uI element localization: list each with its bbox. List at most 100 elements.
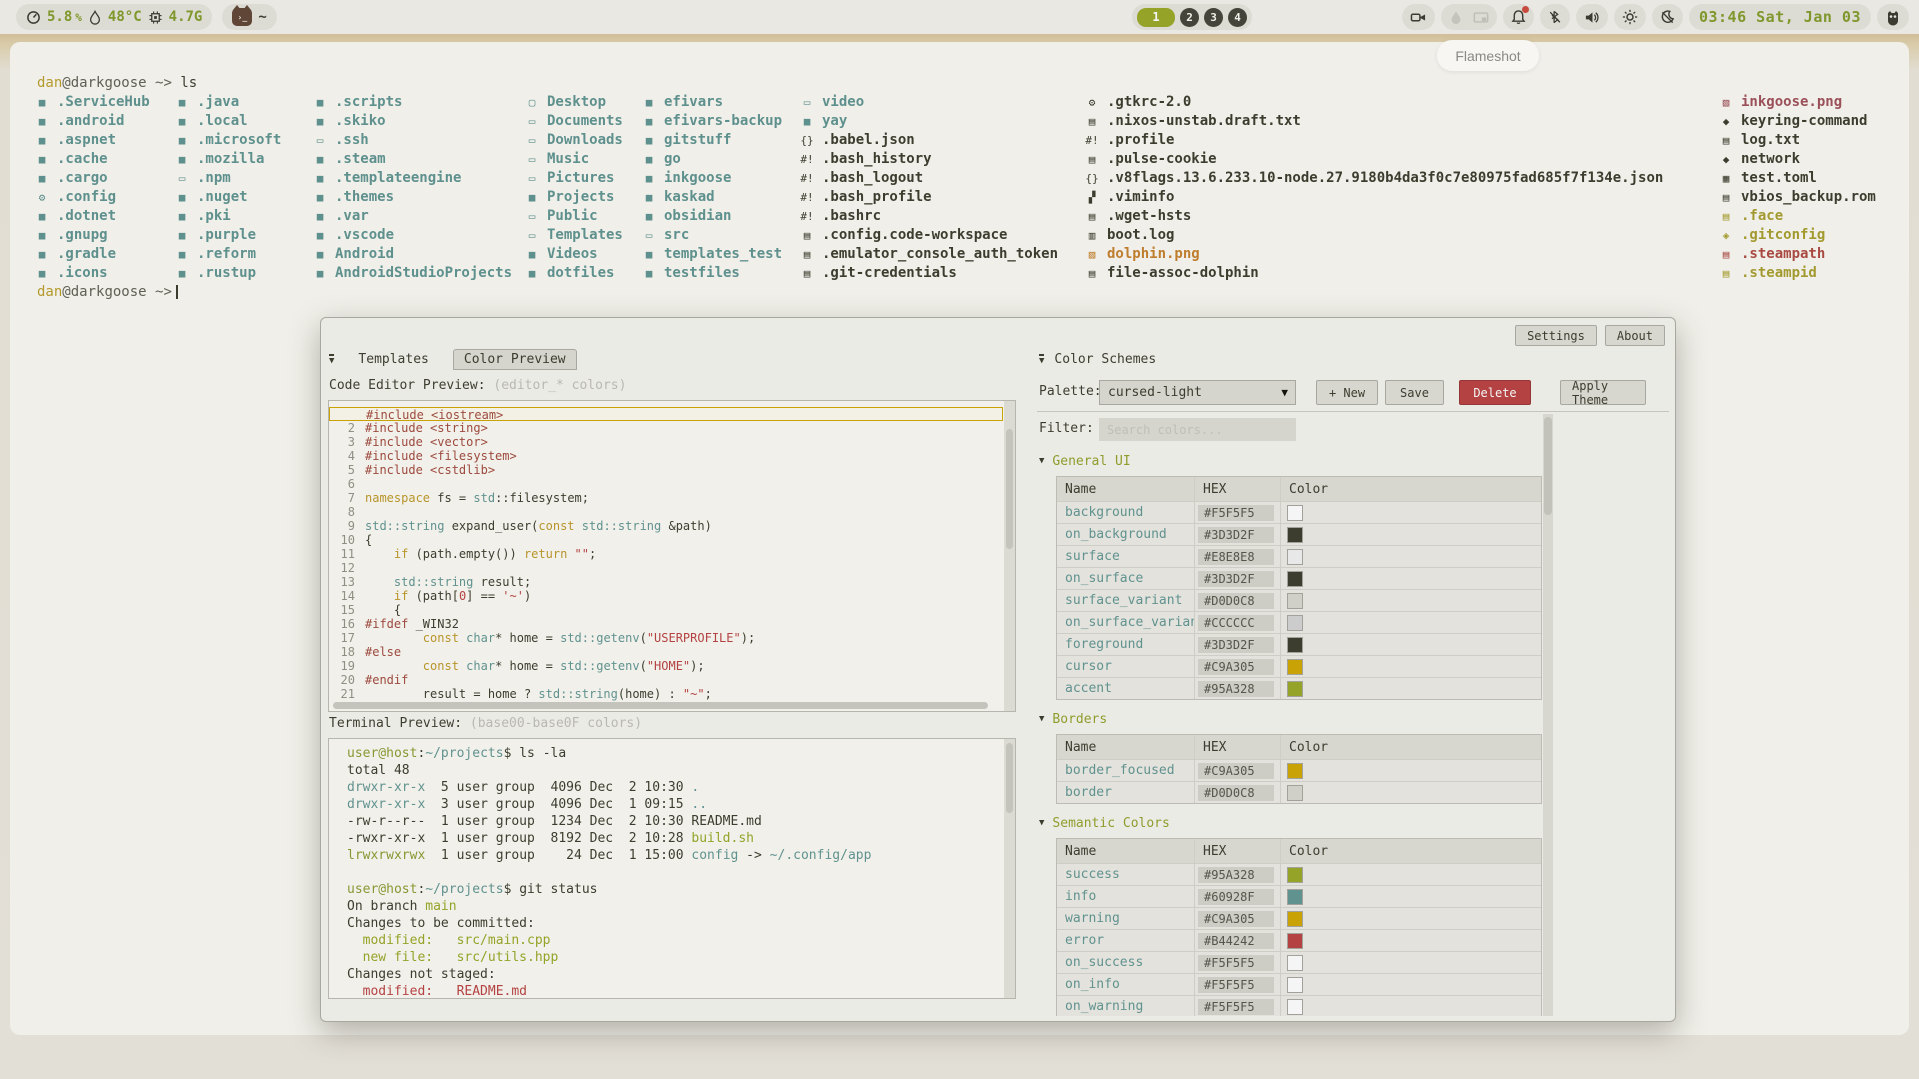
code-editor-preview[interactable]: #include <iostream>2#include <string>3#i… bbox=[328, 400, 1016, 712]
file-item[interactable]: #!.profile bbox=[1084, 131, 1663, 150]
color-swatch[interactable] bbox=[1287, 955, 1303, 971]
file-item[interactable]: ■.pki bbox=[174, 207, 281, 226]
file-item[interactable]: ▤.steampid bbox=[1718, 264, 1876, 283]
hex-value[interactable]: #95A328 bbox=[1198, 867, 1274, 883]
file-item[interactable]: ■.ServiceHub bbox=[34, 93, 150, 112]
color-swatch[interactable] bbox=[1287, 889, 1303, 905]
color-swatch[interactable] bbox=[1287, 681, 1303, 697]
color-swatch[interactable] bbox=[1287, 505, 1303, 521]
hex-value[interactable]: #F5F5F5 bbox=[1198, 977, 1274, 993]
volume-button[interactable] bbox=[1576, 4, 1608, 30]
color-swatch[interactable] bbox=[1287, 867, 1303, 883]
new-palette-button[interactable]: + New bbox=[1316, 380, 1378, 405]
brightness-button[interactable] bbox=[1614, 4, 1646, 30]
file-item[interactable]: ■.reform bbox=[174, 245, 281, 264]
color-row[interactable]: surface_variant#D0D0C8 bbox=[1057, 589, 1541, 611]
color-row[interactable]: on_surface_variant#CCCCCC bbox=[1057, 611, 1541, 633]
file-item[interactable]: ■.android bbox=[34, 112, 150, 131]
color-row[interactable]: error#B44242 bbox=[1057, 929, 1541, 951]
color-swatch[interactable] bbox=[1287, 549, 1303, 565]
color-row[interactable]: success#95A328 bbox=[1057, 863, 1541, 885]
file-item[interactable]: ■.icons bbox=[34, 264, 150, 283]
tab-color-preview[interactable]: Color Preview bbox=[453, 349, 577, 370]
filter-input[interactable] bbox=[1099, 418, 1296, 441]
section-collapse-icon[interactable]: ▼ bbox=[1039, 714, 1044, 724]
collapse-preview-icon[interactable]: ▼ bbox=[329, 354, 334, 365]
file-item[interactable]: {}.v8flags.13.6.233.10-node.27.9180b4da3… bbox=[1084, 169, 1663, 188]
file-item[interactable]: ▤.emulator_console_auth_token bbox=[799, 245, 1058, 264]
file-item[interactable]: ▤file-assoc-dolphin bbox=[1084, 264, 1663, 283]
file-item[interactable]: ▦test.toml bbox=[1718, 169, 1876, 188]
file-item[interactable]: ▭Music bbox=[524, 150, 623, 169]
color-swatch[interactable] bbox=[1287, 637, 1303, 653]
color-swatch[interactable] bbox=[1287, 977, 1303, 993]
workspace-1-active[interactable]: 1 bbox=[1137, 8, 1175, 27]
section-header[interactable]: ▼Borders bbox=[1037, 710, 1557, 728]
file-item[interactable]: ■.cargo bbox=[34, 169, 150, 188]
power-menu-button[interactable] bbox=[1877, 4, 1909, 30]
file-item[interactable]: ▤.nixos-unstab.draft.txt bbox=[1084, 112, 1663, 131]
color-swatch[interactable] bbox=[1287, 615, 1303, 631]
color-row[interactable]: accent#95A328 bbox=[1057, 677, 1541, 699]
file-item[interactable]: ▥boot.log bbox=[1084, 226, 1663, 245]
color-row[interactable]: info#60928F bbox=[1057, 885, 1541, 907]
terminal-preview[interactable]: user@host:~/projects$ ls -latotal 48drwx… bbox=[328, 738, 1016, 999]
hex-value[interactable]: #C9A305 bbox=[1198, 763, 1274, 779]
file-item[interactable]: ▤.face bbox=[1718, 207, 1876, 226]
file-item[interactable]: ⚙.gtkrc-2.0 bbox=[1084, 93, 1663, 112]
file-item[interactable]: ■obsidian bbox=[641, 207, 782, 226]
file-item[interactable]: ▤.git-credentials bbox=[799, 264, 1058, 283]
file-item[interactable]: ◆network bbox=[1718, 150, 1876, 169]
file-item[interactable]: ▭src bbox=[641, 226, 782, 245]
palette-dropdown[interactable]: cursed-light ▼ bbox=[1099, 380, 1296, 405]
screen-record-button[interactable] bbox=[1402, 4, 1435, 30]
color-row[interactable]: foreground#3D3D2F bbox=[1057, 633, 1541, 655]
file-item[interactable]: ▤vbios_backup.rom bbox=[1718, 188, 1876, 207]
color-swatch[interactable] bbox=[1287, 763, 1303, 779]
file-item[interactable]: #!.bash_history bbox=[799, 150, 1058, 169]
hex-value[interactable]: #F5F5F5 bbox=[1198, 955, 1274, 971]
hex-value[interactable]: #CCCCCC bbox=[1198, 615, 1274, 631]
file-item[interactable]: ■gitstuff bbox=[641, 131, 782, 150]
color-row[interactable]: on_background#3D3D2F bbox=[1057, 523, 1541, 545]
file-item[interactable]: ■.microsoft bbox=[174, 131, 281, 150]
color-swatch[interactable] bbox=[1287, 785, 1303, 801]
file-item[interactable]: ■Videos bbox=[524, 245, 623, 264]
file-item[interactable]: ■.nuget bbox=[174, 188, 281, 207]
hex-value[interactable]: #C9A305 bbox=[1198, 659, 1274, 675]
color-swatch[interactable] bbox=[1287, 911, 1303, 927]
color-row[interactable]: warning#C9A305 bbox=[1057, 907, 1541, 929]
file-item[interactable]: ▭Templates bbox=[524, 226, 623, 245]
hex-value[interactable]: #B44242 bbox=[1198, 933, 1274, 949]
file-item[interactable]: ■testfiles bbox=[641, 264, 782, 283]
notifications-button[interactable] bbox=[1503, 4, 1534, 30]
collapse-schemes-icon[interactable]: ▼ bbox=[1039, 354, 1044, 365]
section-header[interactable]: ▼Semantic Colors bbox=[1037, 814, 1557, 832]
color-swatch[interactable] bbox=[1287, 933, 1303, 949]
color-swatch[interactable] bbox=[1287, 571, 1303, 587]
file-item[interactable]: ■.gradle bbox=[34, 245, 150, 264]
file-item[interactable]: ▧inkgoose.png bbox=[1718, 93, 1876, 112]
file-item[interactable]: ■.themes bbox=[312, 188, 512, 207]
inactive-tools-pill[interactable] bbox=[1441, 4, 1497, 30]
color-swatch[interactable] bbox=[1287, 999, 1303, 1015]
file-item[interactable]: ▢Desktop bbox=[524, 93, 623, 112]
file-item[interactable]: ▞.viminfo bbox=[1084, 188, 1663, 207]
file-item[interactable]: ■.skiko bbox=[312, 112, 512, 131]
editor-horizontal-scrollbar[interactable] bbox=[329, 700, 1004, 711]
clock-pill[interactable]: 03:46 Sat, Jan 03 bbox=[1689, 4, 1871, 30]
terminal-launcher-pill[interactable]: ›_ ~ bbox=[222, 4, 276, 30]
file-item[interactable]: ■.var bbox=[312, 207, 512, 226]
file-item[interactable]: ■Projects bbox=[524, 188, 623, 207]
file-item[interactable]: ■.vscode bbox=[312, 226, 512, 245]
color-swatch[interactable] bbox=[1287, 593, 1303, 609]
workspace-4[interactable]: 4 bbox=[1228, 8, 1247, 27]
color-row[interactable]: background#F5F5F5 bbox=[1057, 501, 1541, 523]
file-item[interactable]: ■Android bbox=[312, 245, 512, 264]
file-item[interactable]: ▤.steampath bbox=[1718, 245, 1876, 264]
file-item[interactable]: ■.scripts bbox=[312, 93, 512, 112]
file-item[interactable]: ■efivars bbox=[641, 93, 782, 112]
file-item[interactable]: ■.steam bbox=[312, 150, 512, 169]
file-item[interactable]: ◈.gitconfig bbox=[1718, 226, 1876, 245]
file-item[interactable]: ■.aspnet bbox=[34, 131, 150, 150]
